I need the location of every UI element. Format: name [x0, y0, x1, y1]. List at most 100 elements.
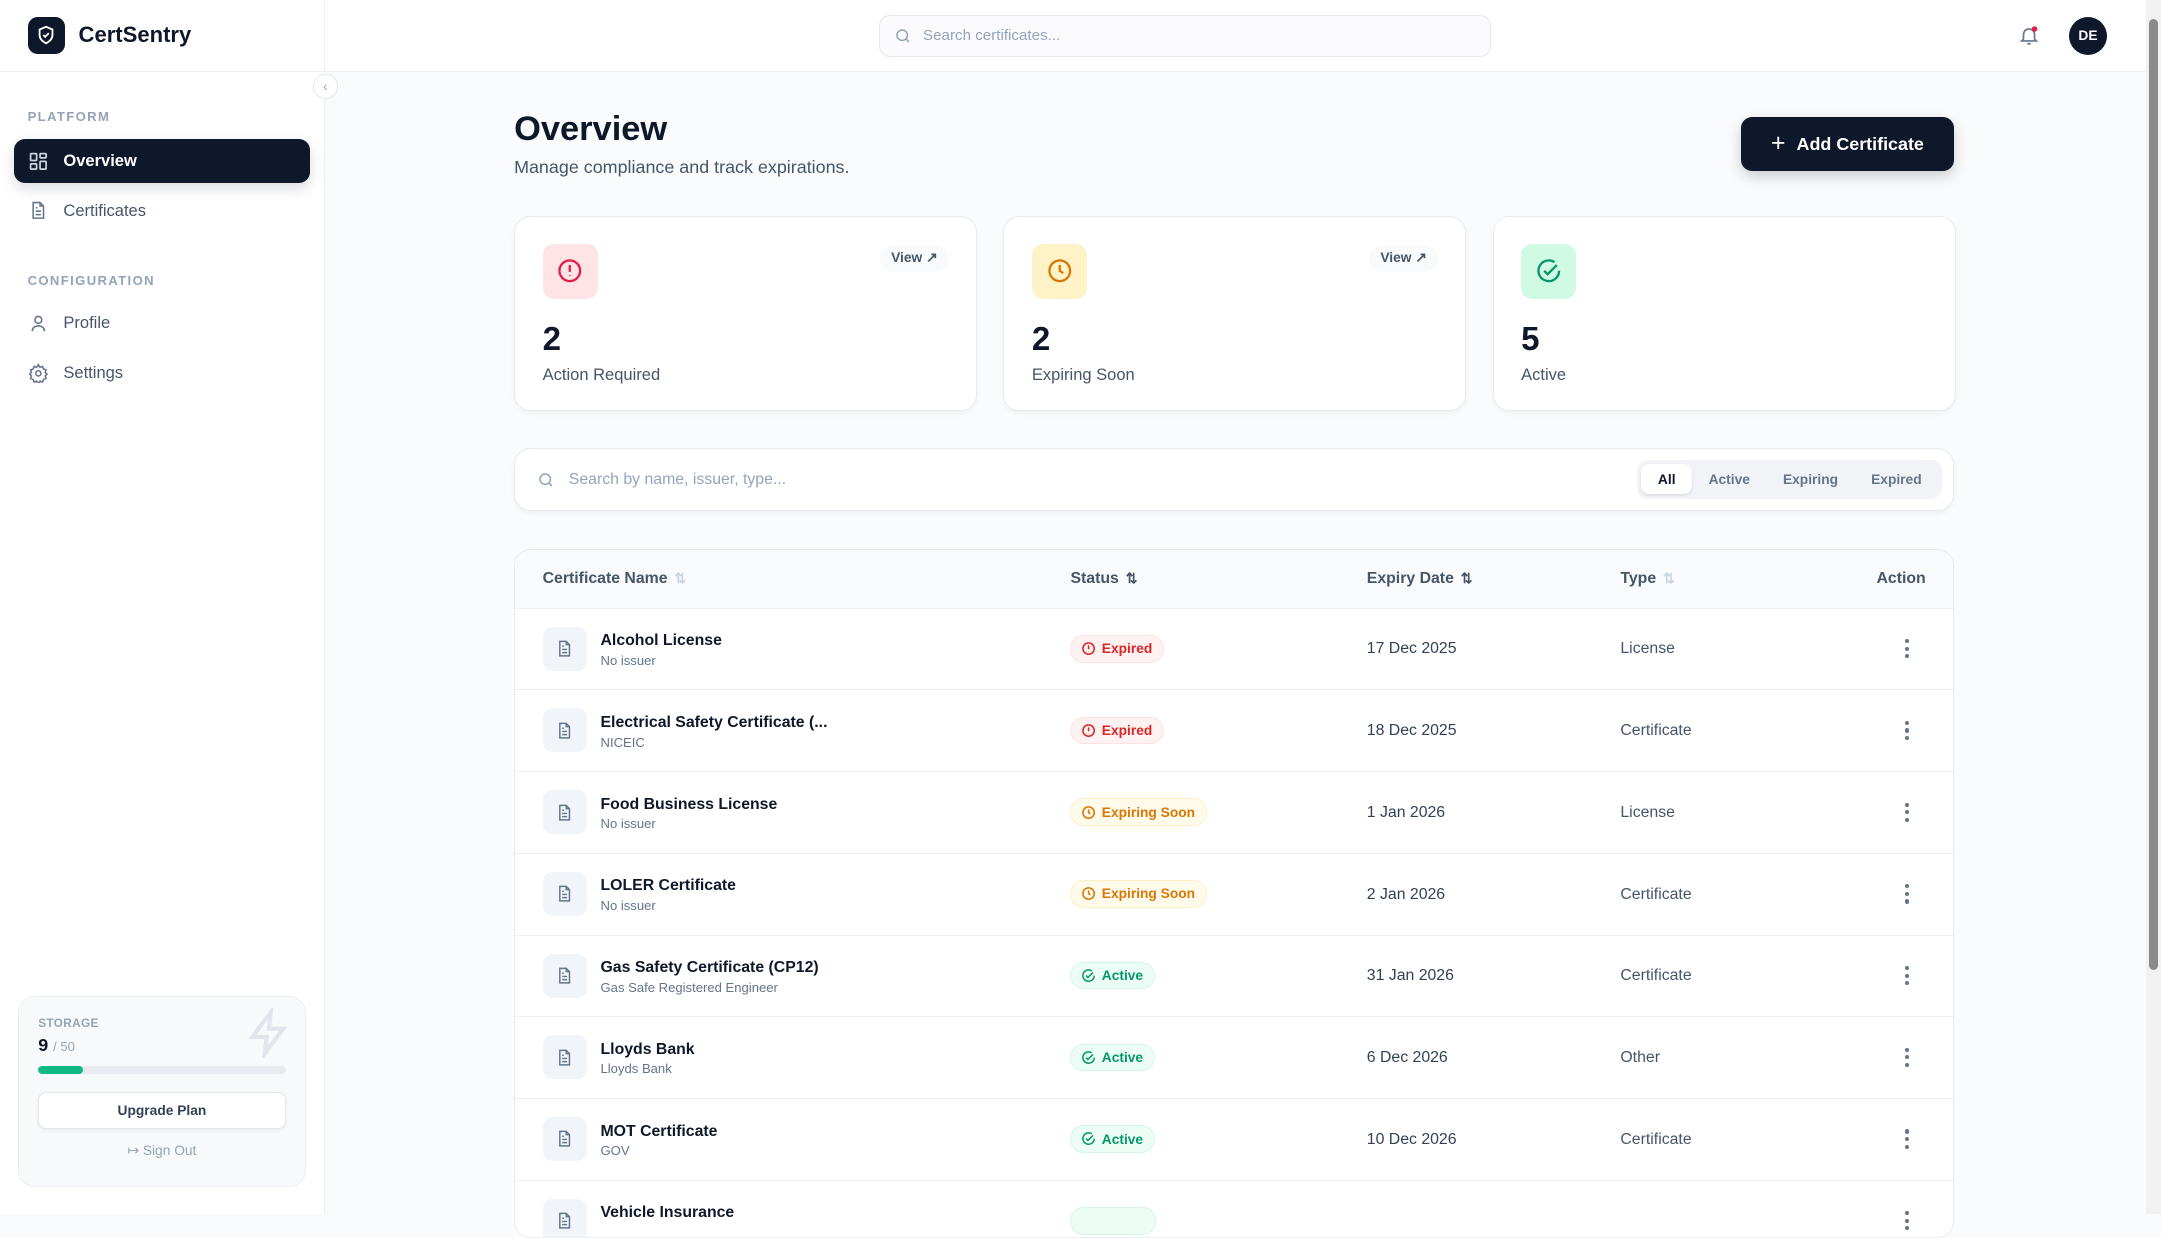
status-badge: Expiring Soon	[1070, 798, 1207, 826]
app-name: CertSentry	[79, 22, 192, 48]
filter-tab-active[interactable]: Active	[1692, 464, 1766, 494]
certificate-issuer: NICEIC	[601, 735, 645, 750]
document-icon	[543, 954, 587, 998]
document-icon	[543, 627, 587, 671]
storage-progress-fill	[38, 1066, 83, 1074]
status-badge: Expired	[1070, 635, 1164, 663]
status-filter-tabs: All Active Expiring Expired	[1637, 460, 1942, 499]
sidebar-item-overview[interactable]: Overview	[14, 139, 311, 183]
certificates-table: Certificate Name⇅ Status⇅ Expiry Date⇅ T…	[514, 549, 1954, 1238]
lightning-icon	[244, 1008, 294, 1058]
notifications-bell-icon[interactable]	[2018, 23, 2040, 54]
certificate-name[interactable]: Electrical Safety Certificate (...	[601, 714, 828, 732]
upgrade-plan-button[interactable]: Upgrade Plan	[38, 1092, 285, 1129]
status-expired-icon	[1081, 641, 1096, 656]
clock-icon	[1032, 244, 1087, 299]
table-row[interactable]: Gas Safety Certificate (CP12) Gas Safe Re…	[515, 936, 1953, 1018]
certificate-issuer: No issuer	[601, 653, 656, 668]
grid-icon	[28, 151, 49, 172]
row-actions-menu-icon[interactable]	[1900, 881, 1914, 906]
certificate-name[interactable]: Food Business License	[601, 796, 778, 814]
document-icon	[543, 1199, 587, 1238]
sign-out-button[interactable]: ↦ Sign Out	[38, 1143, 285, 1159]
stat-label: Active	[1521, 365, 1566, 385]
column-expiry-date[interactable]: Expiry Date⇅	[1367, 570, 1473, 588]
top-bar: Search certificates... DE	[325, 0, 2146, 72]
storage-widget: STORAGE 9 / 50 Upgrade Plan ↦ Sign Out	[18, 996, 306, 1186]
certificate-name[interactable]: Vehicle Insurance	[601, 1204, 735, 1222]
row-actions-menu-icon[interactable]	[1900, 800, 1914, 825]
certificate-type: Certificate	[1620, 722, 1691, 740]
certificate-type: Certificate	[1620, 1131, 1691, 1149]
document-icon	[543, 790, 587, 834]
plus-icon: +	[1771, 130, 1785, 158]
sidebar-item-profile[interactable]: Profile	[14, 301, 311, 345]
scrollbar[interactable]	[2146, 0, 2161, 1214]
nav-label: Settings	[63, 363, 123, 383]
stat-label: Action Required	[543, 365, 661, 385]
search-placeholder: Search by name, issuer, type...	[569, 471, 786, 489]
filter-tab-expired[interactable]: Expired	[1855, 464, 1939, 494]
view-expiring-soon-link[interactable]: View ↗	[1369, 245, 1438, 272]
page-subtitle: Manage compliance and track expirations.	[514, 157, 849, 178]
table-row[interactable]: Electrical Safety Certificate (... NICEIC…	[515, 690, 1953, 772]
scrollbar-thumb[interactable]	[2149, 19, 2159, 970]
document-icon	[543, 1117, 587, 1161]
certificate-name[interactable]: LOLER Certificate	[601, 877, 736, 895]
nav-label: Overview	[63, 151, 136, 171]
sidebar: CertSentry PLATFORM Overview Certificate…	[0, 0, 325, 1214]
row-actions-menu-icon[interactable]	[1900, 1045, 1914, 1070]
table-row[interactable]: Alcohol License No issuer Expired 17 Dec 20…	[515, 609, 1953, 691]
column-certificate-name[interactable]: Certificate Name⇅	[543, 570, 686, 588]
collapse-sidebar-button[interactable]: ‹	[313, 74, 338, 99]
certificate-name[interactable]: Alcohol License	[601, 632, 722, 650]
row-actions-menu-icon[interactable]	[1900, 1208, 1914, 1233]
certificate-name[interactable]: MOT Certificate	[601, 1123, 718, 1141]
table-row[interactable]: Food Business LicenseNo issuerExpiring S…	[515, 772, 1953, 854]
status-label: Active	[1102, 968, 1143, 983]
stat-value: 2	[1032, 321, 1050, 359]
row-actions-menu-icon[interactable]	[1900, 963, 1914, 988]
status-label: Expiring Soon	[1102, 886, 1195, 901]
expiry-date: 2 Jan 2026	[1367, 886, 1445, 904]
stat-value: 5	[1521, 321, 1539, 359]
sign-out-icon: ↦	[127, 1143, 142, 1158]
status-active-icon	[1081, 1131, 1096, 1146]
column-type[interactable]: Type⇅	[1620, 570, 1674, 588]
storage-used: 9	[38, 1035, 48, 1055]
filter-tab-all[interactable]: All	[1641, 464, 1692, 494]
expiry-date: 17 Dec 2025	[1367, 640, 1457, 658]
sidebar-item-settings[interactable]: Settings	[14, 351, 311, 395]
view-action-required-link[interactable]: View ↗	[880, 245, 949, 272]
certificate-name[interactable]: Gas Safety Certificate (CP12)	[601, 959, 819, 977]
certificate-search-input[interactable]: Search by name, issuer, type... All Acti…	[514, 448, 1954, 511]
row-actions-menu-icon[interactable]	[1900, 636, 1914, 661]
sign-out-label: Sign Out	[143, 1143, 197, 1158]
row-actions-menu-icon[interactable]	[1900, 1127, 1914, 1152]
column-status[interactable]: Status⇅	[1070, 570, 1137, 588]
certificate-name[interactable]: Lloyds Bank	[601, 1041, 695, 1059]
expiry-date: 10 Dec 2026	[1367, 1131, 1457, 1149]
row-actions-menu-icon[interactable]	[1900, 718, 1914, 743]
sidebar-item-certificates[interactable]: Certificates	[14, 189, 311, 233]
status-active-icon	[1081, 968, 1096, 983]
column-action: Action	[1876, 570, 1925, 588]
table-row[interactable]: LOLER Certificate No issuer Expiring Soon 2…	[515, 854, 1953, 936]
expiry-date: 6 Dec 2026	[1367, 1049, 1448, 1067]
certificate-issuer: No issuer	[601, 898, 656, 913]
document-icon	[543, 1035, 587, 1079]
global-search-input[interactable]: Search certificates...	[879, 15, 1491, 56]
filter-tab-expiring[interactable]: Expiring	[1766, 464, 1854, 494]
user-avatar[interactable]: DE	[2069, 17, 2108, 56]
status-badge: Active	[1070, 1125, 1155, 1153]
table-row[interactable]: Vehicle Insurance	[515, 1181, 1953, 1238]
table-row[interactable]: Lloyds BankLloyds BankActive6 Dec 2026Ot…	[515, 1017, 1953, 1099]
status-label: Expiring Soon	[1102, 805, 1195, 820]
search-placeholder: Search certificates...	[923, 27, 1060, 44]
status-badge: Active	[1070, 962, 1155, 990]
file-icon	[28, 200, 49, 221]
table-row[interactable]: MOT CertificateGOVActive10 Dec 2026Certi…	[515, 1099, 1953, 1181]
certificate-issuer: Gas Safe Registered Engineer	[601, 980, 778, 995]
storage-progress	[38, 1066, 285, 1074]
add-certificate-button[interactable]: +Add Certificate	[1741, 117, 1955, 171]
